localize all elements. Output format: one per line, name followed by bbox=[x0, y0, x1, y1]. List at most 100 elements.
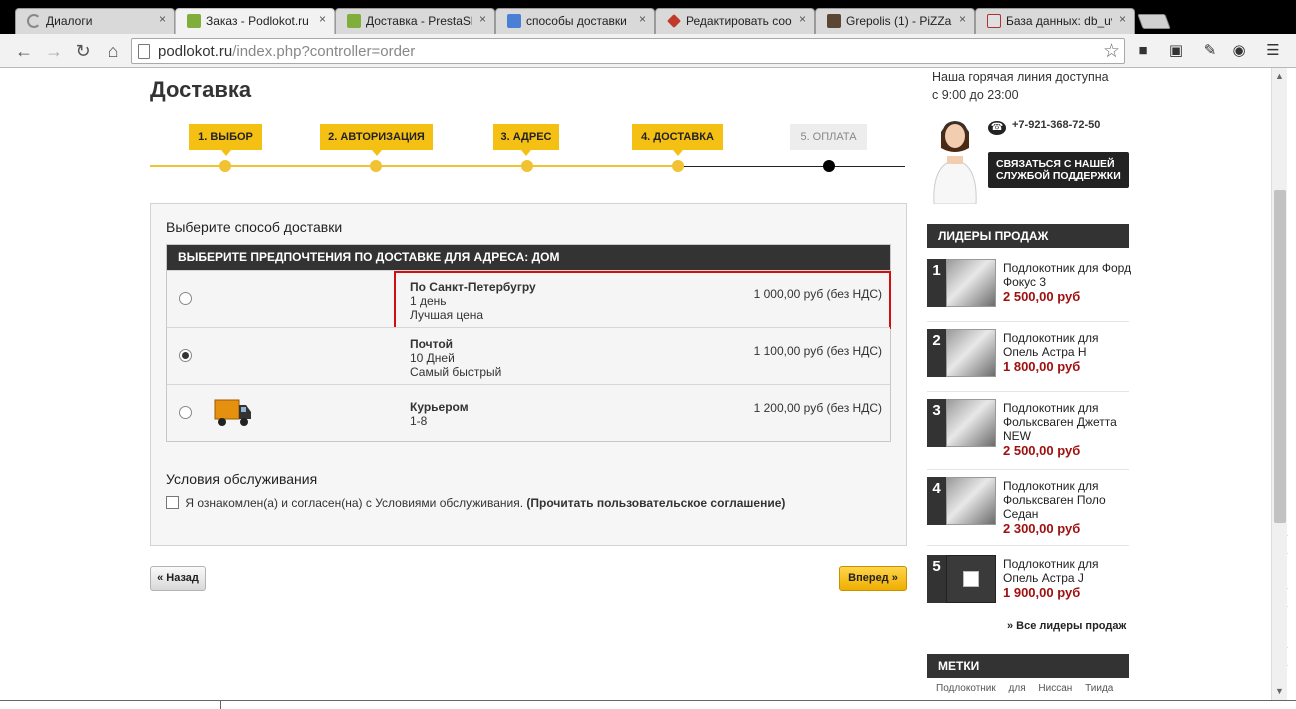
phone-text: +7-921-368-72-50 bbox=[1012, 119, 1101, 131]
mask-extension-icon[interactable]: ■ bbox=[1133, 42, 1153, 60]
scroll-down-icon[interactable]: ▼ bbox=[1275, 686, 1284, 696]
eyedropper-extension-icon[interactable]: ✎ bbox=[1200, 42, 1220, 60]
tab-title: Диалоги bbox=[46, 14, 93, 28]
forward-arrow-icon[interactable]: → bbox=[43, 40, 65, 62]
leader-name[interactable]: Подлокотник для Форд Фокус 32 500,00 руб bbox=[1003, 261, 1133, 304]
bookmark-star-icon[interactable]: ☆ bbox=[1103, 40, 1120, 63]
phone-number: ☎ +7-921-368-72-50 bbox=[988, 119, 1100, 135]
leader-item[interactable]: 1 Подлокотник для Форд Фокус 32 500,00 р… bbox=[927, 259, 1131, 322]
highlight-box bbox=[394, 271, 891, 329]
new-tab-button[interactable] bbox=[1137, 14, 1171, 29]
delivery-option-courier[interactable]: Курьером 1-8 1 200,00 руб (без НДС) bbox=[167, 384, 890, 441]
scrollbar-thumb[interactable] bbox=[1274, 190, 1286, 523]
tab-close-icon[interactable]: × bbox=[159, 12, 166, 26]
delivery-option-post[interactable]: Почтой 10 Дней Самый быстрый 1 100,00 ру… bbox=[167, 327, 890, 384]
leader-name[interactable]: Подлокотник для Фольксваген Поло Седан 2 … bbox=[1003, 479, 1133, 536]
delivery-radio-spb[interactable] bbox=[179, 292, 192, 305]
order-steps: 1. ВЫБОР 2. АВТОРИЗАЦИЯ 3. АДРЕС 4. ДОСТ… bbox=[150, 122, 906, 177]
google-icon bbox=[507, 14, 521, 28]
step-dot bbox=[672, 160, 684, 172]
steps-remaining-line bbox=[678, 166, 905, 167]
leader-name[interactable]: Подлокотник для Фольксваген Джетта NEW 2 … bbox=[1003, 401, 1133, 458]
cropped-glyph: ( bbox=[1287, 645, 1288, 668]
leader-price: 2 500,00 руб bbox=[1003, 289, 1081, 304]
tab-order[interactable]: Заказ - Podlokot.ru × bbox=[175, 8, 335, 34]
leader-item[interactable]: 5 Подлокотник для Опель Астра J1 900,00 … bbox=[927, 555, 1129, 611]
delivery-options-table: ВЫБЕРИТЕ ПРЕДПОЧТЕНИЯ ПО ДОСТАВКЕ ДЛЯ АД… bbox=[166, 244, 891, 442]
tab-close-icon[interactable]: × bbox=[959, 12, 966, 26]
tags-heading: МЕТКИ bbox=[927, 654, 1129, 678]
leader-rank: 1 bbox=[927, 259, 946, 307]
divider bbox=[927, 391, 1129, 392]
back-arrow-icon[interactable]: ← bbox=[13, 40, 35, 62]
tag-link[interactable]: Ниссан bbox=[1038, 683, 1072, 694]
delivery-heading: Выберите способ доставки bbox=[166, 219, 343, 235]
product-thumbnail[interactable] bbox=[946, 259, 996, 307]
tab-close-icon[interactable]: × bbox=[479, 12, 486, 26]
delivery-radio-courier[interactable] bbox=[179, 406, 192, 419]
terms-checkbox[interactable] bbox=[166, 496, 179, 509]
tab-close-icon[interactable]: × bbox=[799, 12, 806, 26]
leader-rank: 3 bbox=[927, 399, 946, 447]
reload-icon[interactable]: ↻ bbox=[72, 40, 94, 62]
tab-close-icon[interactable]: × bbox=[319, 12, 326, 26]
tab-close-icon[interactable]: × bbox=[1119, 12, 1126, 26]
step-choice[interactable]: 1. ВЫБОР bbox=[189, 124, 262, 156]
scroll-up-icon[interactable]: ▲ bbox=[1275, 71, 1284, 81]
all-leaders-link[interactable]: » Все лидеры продаж bbox=[1007, 620, 1126, 632]
url-path: /index.php?controller=order bbox=[232, 43, 416, 60]
tab-google[interactable]: способы доставки × bbox=[495, 8, 655, 34]
leader-name[interactable]: Подлокотник для Опель Астра J1 900,00 ру… bbox=[1003, 557, 1133, 600]
leader-price: 2 500,00 руб bbox=[1003, 443, 1081, 458]
leader-name[interactable]: Подлокотник для Опель Астра H1 800,00 ру… bbox=[1003, 331, 1133, 374]
delivery-delay: 10 Дней bbox=[410, 351, 455, 365]
leader-price: 1 900,00 руб bbox=[1003, 585, 1081, 600]
delivery-price: 1 100,00 руб (без НДС) bbox=[753, 344, 882, 358]
back-button[interactable]: « Назад bbox=[150, 566, 206, 591]
leader-title: Подлокотник для Форд Фокус 3 bbox=[1003, 261, 1132, 289]
support-agent-avatar bbox=[933, 121, 977, 204]
tab-dialogs[interactable]: Диалоги × bbox=[15, 8, 175, 34]
address-bar[interactable]: podlokot.ru/index.php?controller=order ☆ bbox=[131, 38, 1125, 64]
step-dot bbox=[219, 160, 231, 172]
tab-edit[interactable]: Редактировать соо × bbox=[655, 8, 815, 34]
step-authorization[interactable]: 2. АВТОРИЗАЦИЯ bbox=[320, 124, 433, 156]
tab-title: Редактировать соо bbox=[686, 14, 792, 28]
border-tick bbox=[220, 701, 221, 709]
leader-rank: 2 bbox=[927, 329, 946, 377]
terms-link[interactable]: (Прочитать пользовательское соглашение) bbox=[526, 496, 785, 510]
tag-link[interactable]: Подлокотник bbox=[936, 683, 996, 694]
product-thumbnail[interactable] bbox=[946, 477, 996, 525]
leader-title: Подлокотник для Фольксваген Поло Седан bbox=[1003, 479, 1106, 521]
tag-cloud: Подлокотник для Ниссан Тиида bbox=[936, 683, 1123, 694]
page-icon bbox=[138, 44, 150, 59]
product-thumbnail[interactable] bbox=[946, 329, 996, 377]
step-address[interactable]: 3. АДРЕС bbox=[493, 124, 559, 156]
leader-item[interactable]: 4 Подлокотник для Фольксваген Поло Седан… bbox=[927, 477, 1129, 546]
page-extension-icon[interactable]: ▣ bbox=[1166, 42, 1186, 60]
grepolis-icon bbox=[827, 14, 841, 28]
tab-grepolis[interactable]: Grepolis (1) - PiZZal × bbox=[815, 8, 975, 34]
tag-link[interactable]: для bbox=[1009, 683, 1026, 694]
tab-close-icon[interactable]: × bbox=[639, 12, 646, 26]
delivery-option-spb[interactable]: По Санкт-Петербугру 1 день Лучшая цена 1… bbox=[167, 270, 891, 329]
broken-image-icon[interactable] bbox=[946, 555, 996, 603]
menu-icon[interactable]: ☰ bbox=[1263, 42, 1283, 60]
camera-extension-icon[interactable]: ◉ bbox=[1229, 42, 1249, 60]
product-thumbnail[interactable] bbox=[946, 399, 996, 447]
browser-toolbar: ← → ↻ ⌂ podlokot.ru/index.php?controller… bbox=[0, 34, 1296, 68]
tag-link[interactable]: Тиида bbox=[1085, 683, 1113, 694]
leader-item[interactable]: 2 Подлокотник для Опель Астра H1 800,00 … bbox=[927, 329, 1129, 392]
tab-title: способы доставки bbox=[526, 14, 627, 28]
vertical-scrollbar[interactable]: ▲ ▼ bbox=[1271, 68, 1288, 700]
leader-item[interactable]: 3 Подлокотник для Фольксваген Джетта NEW… bbox=[927, 399, 1129, 470]
tab-delivery[interactable]: Доставка - PrestaSh × bbox=[335, 8, 495, 34]
step-dot bbox=[370, 160, 382, 172]
delivery-radio-post[interactable] bbox=[179, 349, 192, 362]
home-icon[interactable]: ⌂ bbox=[102, 40, 124, 62]
contact-support-button[interactable]: СВЯЗАТЬСЯ С НАШЕЙ СЛУЖБОЙ ПОДДЕРЖКИ bbox=[988, 152, 1129, 188]
next-button[interactable]: Вперед » bbox=[839, 566, 907, 591]
tab-database[interactable]: База данных: db_uv × bbox=[975, 8, 1135, 34]
tab-title: Grepolis (1) - PiZZal bbox=[846, 14, 952, 28]
window-bottom-border bbox=[0, 700, 1296, 709]
